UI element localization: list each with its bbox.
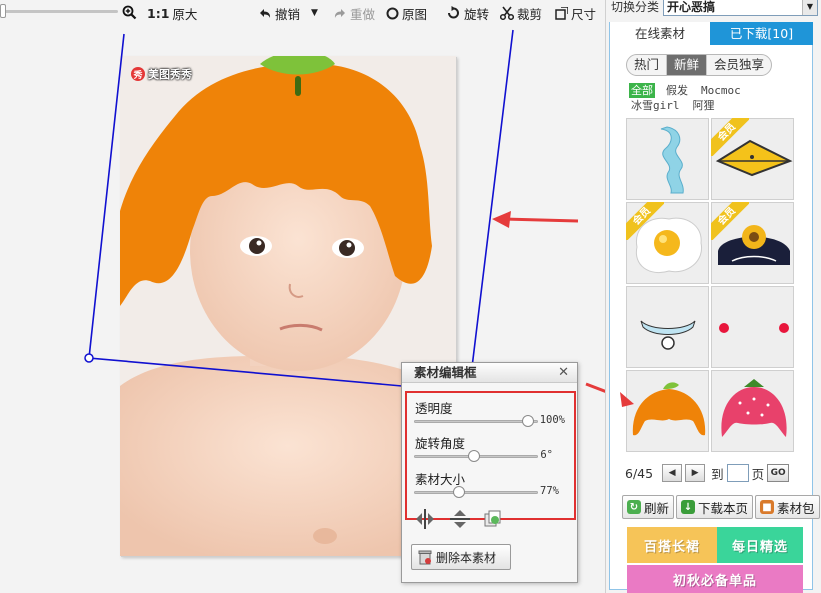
vip-badge: 会员 (711, 202, 749, 240)
tab-downloaded[interactable]: 已下载[10] (710, 22, 813, 45)
opacity-label: 透明度 (415, 401, 453, 416)
filter-ali[interactable]: 阿狸 (691, 98, 717, 113)
annotation-arrow-material (585, 382, 605, 393)
orange-wig-thumb (632, 382, 706, 436)
material-item[interactable] (626, 286, 709, 368)
annotation-arrow-frame (492, 211, 579, 228)
prev-page-button[interactable]: ◀ (662, 464, 683, 482)
download-icon: ↓ (681, 500, 696, 514)
category-label: 切换分类 (611, 0, 660, 14)
download-page-button[interactable]: ↓ 下载本页 (676, 495, 754, 519)
editor-title: 素材编辑框 (402, 363, 577, 383)
next-page-button[interactable]: ▶ (685, 464, 706, 482)
subtab-hot[interactable]: 热门 (627, 55, 668, 75)
material-subtabs: 热门 新鲜 会员独享 (626, 54, 773, 76)
category-select[interactable]: 开心恶搞 ▼ (663, 0, 818, 16)
page-number-input[interactable] (726, 464, 749, 482)
material-item[interactable]: 会员 (626, 202, 709, 284)
size-slider-handle[interactable] (453, 486, 465, 498)
go-button[interactable]: GO (767, 464, 790, 482)
filter-chips: 全部 假发 Mocmoc 冰雪girl 阿狸 (629, 83, 809, 113)
rotation-label: 旋转角度 (415, 436, 466, 451)
material-item[interactable]: 会员 (711, 202, 794, 284)
opacity-value: 100% (539, 414, 565, 426)
subtab-new[interactable]: 新鲜 (667, 55, 708, 75)
vip-badge: 会员 (626, 202, 664, 240)
material-pack-button[interactable]: ■ 素材包 (755, 495, 820, 519)
strawberry-hat-thumb (721, 379, 787, 437)
goto-label: 到 (711, 466, 724, 482)
delete-material-label: 删除本素材 (436, 550, 497, 565)
flip-vertical-icon[interactable] (450, 508, 470, 530)
promo-banner-daily-picks[interactable]: 每日精选 (717, 527, 803, 563)
flip-horizontal-icon[interactable] (414, 509, 436, 529)
copy-material-icon[interactable] (484, 510, 502, 528)
material-item[interactable] (711, 286, 794, 368)
material-item[interactable] (626, 118, 709, 200)
material-grid: 会员 会员 会员 (626, 118, 796, 456)
material-sidebar: 切换分类 开心恶搞 ▼ 在线素材 已下载[10] 热门 新鲜 会员独享 全部 假发… (605, 0, 821, 593)
filter-mocmoc[interactable]: Mocmoc (699, 83, 743, 98)
page-unit-label: 页 (751, 466, 765, 482)
blue-wave-wig-thumb (660, 126, 684, 194)
size-slider[interactable] (414, 491, 538, 494)
material-item[interactable] (711, 370, 794, 452)
size-value: 77% (540, 485, 559, 497)
promo-banner-early-autumn[interactable]: 初秋必备单品 (627, 565, 803, 593)
download-page-label: 下载本页 (698, 500, 749, 516)
tab-online-materials[interactable]: 在线素材 (610, 22, 710, 45)
filter-wig[interactable]: 假发 (664, 83, 690, 98)
rotate-handle[interactable] (84, 353, 94, 363)
opacity-slider[interactable] (414, 420, 538, 423)
material-editor-panel: 素材编辑框 ✕ 透明度 100% 旋转角度 6° 素材大小 77% 删除本素材 (401, 362, 578, 583)
filter-all[interactable]: 全部 (629, 83, 655, 98)
delete-material-button[interactable]: 删除本素材 (411, 544, 511, 570)
page-indicator: 6/45 (625, 465, 654, 481)
material-selection-frame[interactable] (88, 29, 514, 393)
chevron-down-icon[interactable]: ▼ (802, 0, 817, 15)
material-actions: ↻ 刷新 ↓ 下载本页 ■ 素材包 (622, 495, 820, 519)
red-cheeks-thumb (719, 323, 789, 333)
refresh-label: 刷新 (644, 500, 670, 516)
bell-collar-thumb (640, 320, 696, 350)
filter-ice-girl[interactable]: 冰雪girl (629, 98, 682, 113)
rotation-value: 6° (540, 449, 553, 461)
refresh-button[interactable]: ↻ 刷新 (622, 495, 675, 519)
material-pack-label: 素材包 (777, 500, 815, 516)
vip-badge: 会员 (711, 118, 749, 156)
material-item[interactable]: 会员 (711, 118, 794, 200)
trash-icon (418, 550, 432, 564)
pagination: 6/45 ◀ ▶ 到 页 GO (625, 463, 790, 483)
subtab-vip-only[interactable]: 会员独享 (707, 55, 771, 75)
category-value: 开心恶搞 (667, 0, 716, 14)
annotation-arrowhead (620, 392, 634, 407)
package-icon: ■ (760, 500, 775, 514)
rotation-slider-handle[interactable] (468, 450, 480, 462)
editor-tools (414, 508, 502, 530)
opacity-slider-handle[interactable] (522, 415, 534, 427)
refresh-icon: ↻ (627, 500, 641, 514)
promo-banner-long-skirt[interactable]: 百搭长裙 (627, 527, 717, 563)
close-icon[interactable]: ✕ (558, 365, 569, 380)
